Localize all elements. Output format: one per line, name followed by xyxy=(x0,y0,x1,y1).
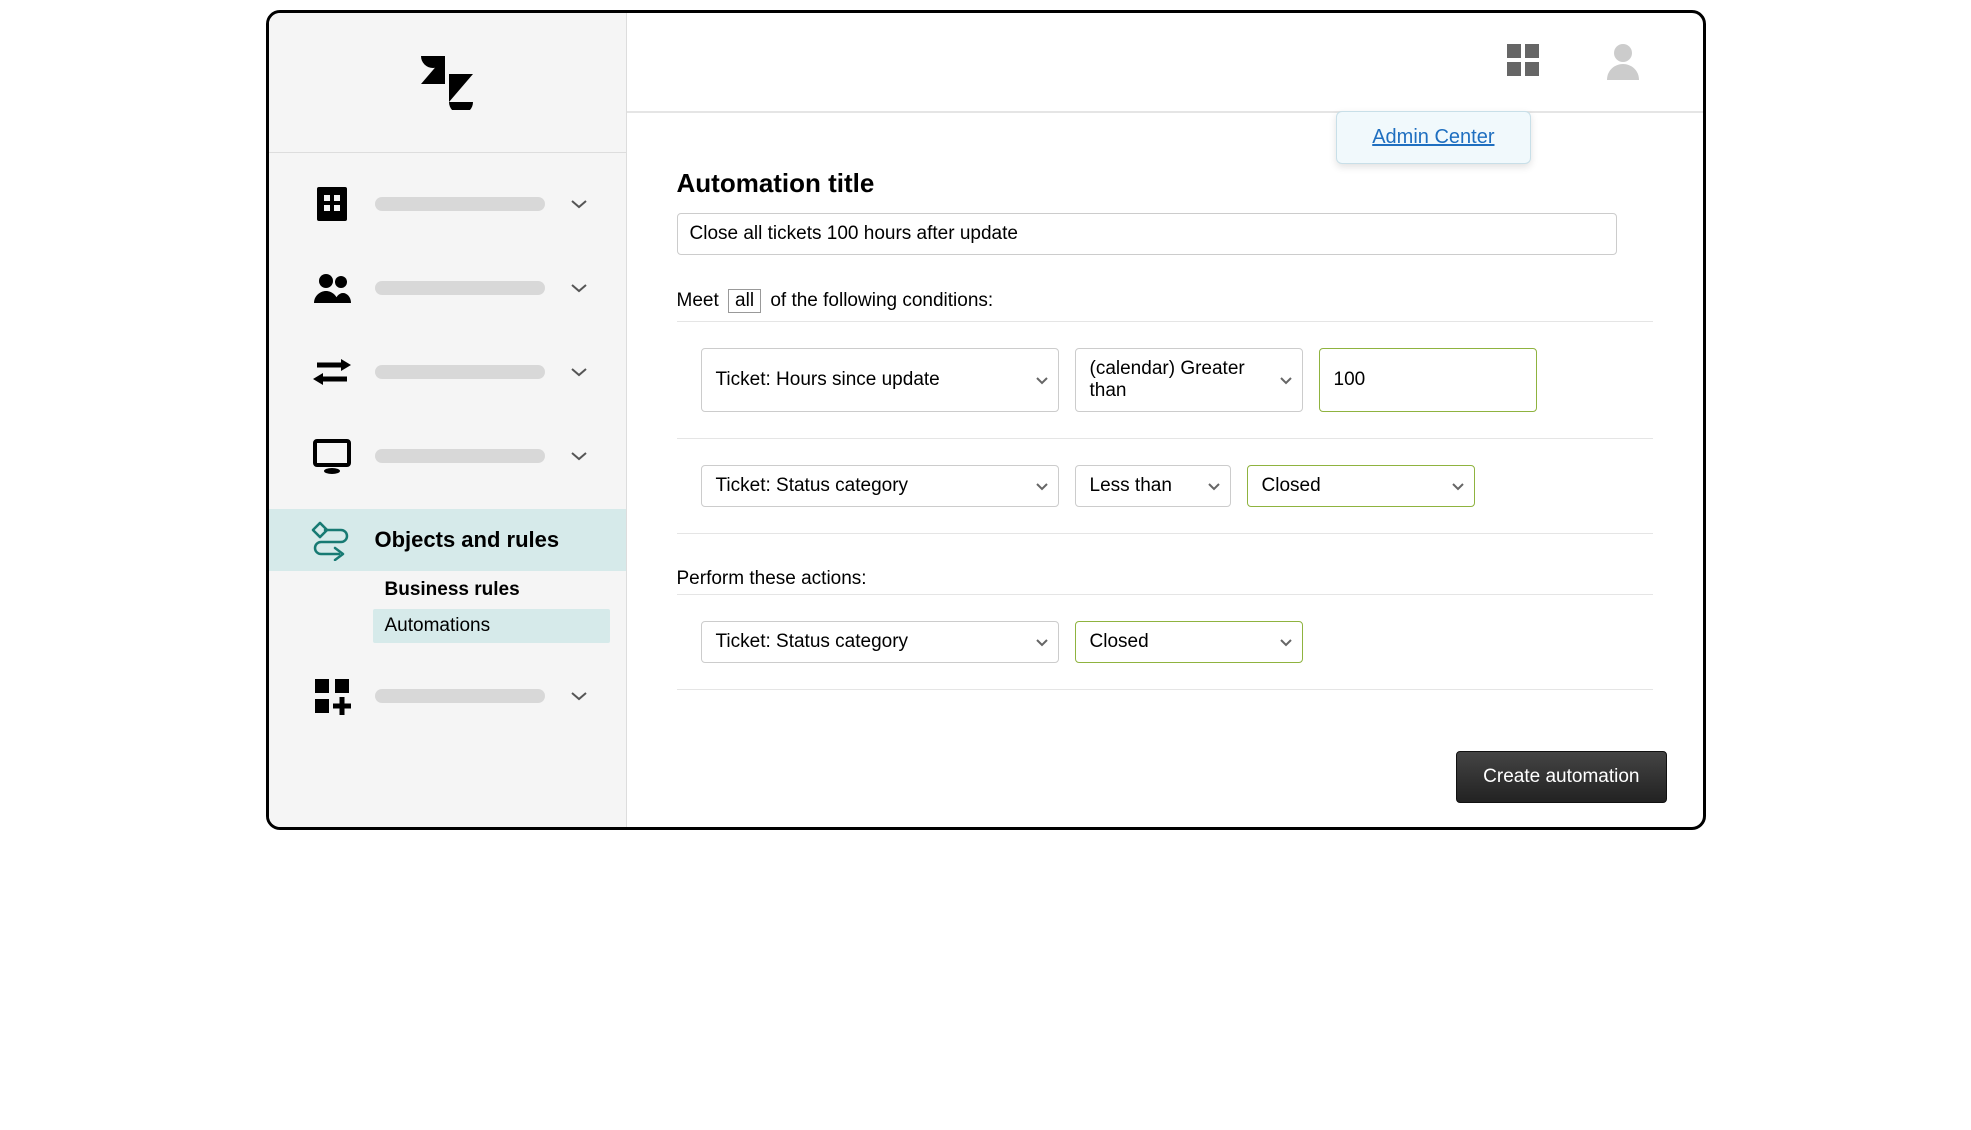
chevron-down-icon xyxy=(1280,631,1292,653)
chevron-down-icon xyxy=(567,684,591,708)
main: Admin Center Automation title Meet all o… xyxy=(627,13,1703,827)
header xyxy=(627,13,1703,113)
subnav-business-rules[interactable]: Business rules xyxy=(373,573,610,607)
arrows-icon xyxy=(311,351,353,393)
meet-mode-select[interactable]: all xyxy=(728,289,761,313)
chevron-down-icon xyxy=(1280,369,1292,391)
condition-field-select[interactable]: Ticket: Status category xyxy=(701,465,1059,507)
condition-operator-select[interactable]: (calendar) Greater than xyxy=(1075,348,1303,412)
action-value-text: Closed xyxy=(1090,631,1149,653)
monitor-icon xyxy=(311,435,353,477)
chevron-down-icon xyxy=(567,360,591,384)
footer: Create automation xyxy=(627,731,1703,827)
condition-field-select[interactable]: Ticket: Hours since update xyxy=(701,348,1059,412)
nav-list: Objects and rules Business rules Automat… xyxy=(269,153,626,749)
nav-placeholder xyxy=(375,365,545,379)
automation-title-input[interactable] xyxy=(677,213,1617,255)
sub-nav: Business rules Automations xyxy=(269,573,626,643)
nav-item-workspaces[interactable] xyxy=(269,425,626,487)
chevron-down-icon xyxy=(567,444,591,468)
meet-suffix: of the following conditions: xyxy=(770,290,993,311)
action-field-value: Ticket: Status category xyxy=(716,631,909,653)
condition-operator-select[interactable]: Less than xyxy=(1075,465,1231,507)
content: Automation title Meet all of the followi… xyxy=(627,113,1703,731)
meet-prefix: Meet xyxy=(677,290,719,311)
building-icon xyxy=(311,183,353,225)
nav-item-apps[interactable] xyxy=(269,665,626,727)
nav-placeholder xyxy=(375,281,545,295)
sidebar: Objects and rules Business rules Automat… xyxy=(269,13,627,827)
condition-row: Ticket: Status category Less than Closed xyxy=(677,439,1653,534)
app-window: Objects and rules Business rules Automat… xyxy=(266,10,1706,830)
people-icon xyxy=(311,267,353,309)
chevron-down-icon xyxy=(567,192,591,216)
chevron-down-icon xyxy=(567,276,591,300)
chevron-down-icon xyxy=(1036,369,1048,391)
create-automation-button[interactable]: Create automation xyxy=(1456,751,1666,803)
actions-label: Perform these actions: xyxy=(677,568,1653,590)
condition-value-input[interactable] xyxy=(1319,348,1537,412)
subnav-automations[interactable]: Automations xyxy=(373,609,610,643)
nav-item-channels[interactable] xyxy=(269,341,626,403)
nav-label-objects: Objects and rules xyxy=(375,527,601,553)
condition-field-value: Ticket: Hours since update xyxy=(716,369,940,391)
condition-operator-value: (calendar) Greater than xyxy=(1090,358,1266,402)
user-avatar-icon[interactable] xyxy=(1603,40,1643,85)
page-title: Automation title xyxy=(677,168,1653,199)
chevron-down-icon xyxy=(1452,475,1464,497)
apps-add-icon xyxy=(311,675,353,717)
products-icon[interactable] xyxy=(1503,40,1543,85)
action-value-select[interactable]: Closed xyxy=(1075,621,1303,663)
condition-operator-value: Less than xyxy=(1090,475,1172,497)
chevron-down-icon xyxy=(1036,631,1048,653)
nav-placeholder xyxy=(375,689,545,703)
chevron-down-icon xyxy=(1036,475,1048,497)
admin-center-link[interactable]: Admin Center xyxy=(1372,126,1494,148)
action-field-select[interactable]: Ticket: Status category xyxy=(701,621,1059,663)
condition-value-select[interactable]: Closed xyxy=(1247,465,1475,507)
admin-center-tooltip: Admin Center xyxy=(1336,111,1530,164)
nav-item-people[interactable] xyxy=(269,257,626,319)
nav-placeholder xyxy=(375,449,545,463)
logo-area xyxy=(269,13,626,153)
action-row: Ticket: Status category Closed xyxy=(677,595,1653,690)
nav-placeholder xyxy=(375,197,545,211)
nav-item-account[interactable] xyxy=(269,173,626,235)
nav-item-objects-and-rules[interactable]: Objects and rules xyxy=(269,509,626,571)
condition-row: Ticket: Hours since update (calendar) Gr… xyxy=(677,322,1653,439)
conditions-header: Meet all of the following conditions: xyxy=(677,289,1653,313)
flow-icon xyxy=(311,519,353,561)
chevron-down-icon xyxy=(1208,475,1220,497)
condition-value-text: Closed xyxy=(1262,475,1321,497)
condition-field-value: Ticket: Status category xyxy=(716,475,909,497)
zendesk-logo-icon xyxy=(417,50,477,115)
